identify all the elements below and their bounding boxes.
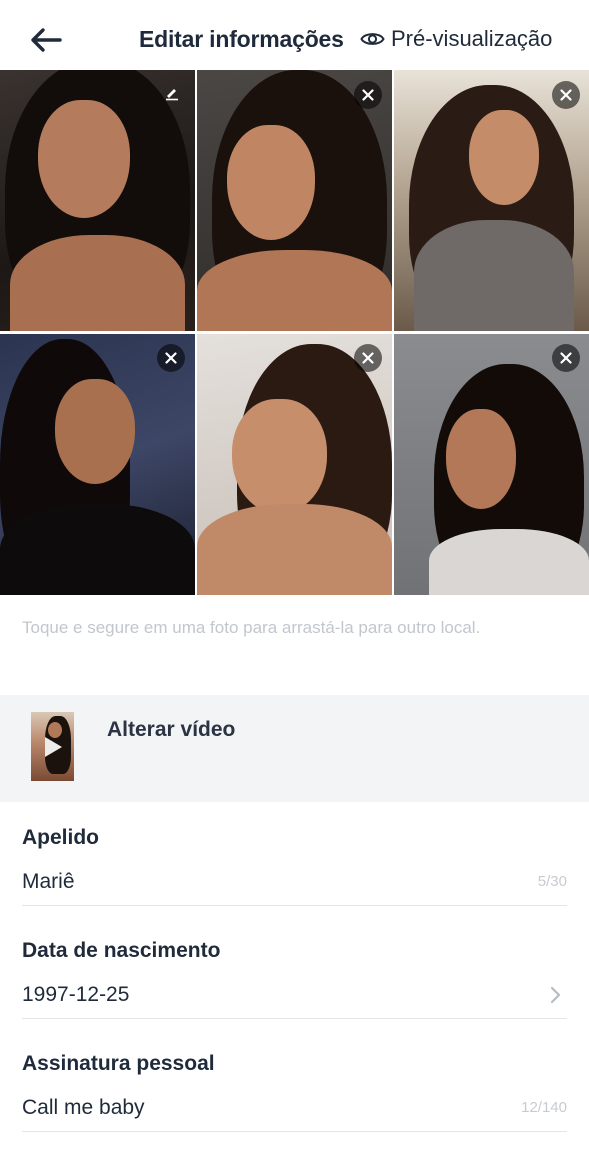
close-icon (560, 89, 572, 101)
photo-slot[interactable] (394, 334, 589, 595)
edit-photo-button[interactable] (158, 79, 186, 107)
page-title: Editar informações (139, 26, 344, 52)
birthdate-label: Data de nascimento (22, 939, 221, 962)
chevron-right-icon (550, 986, 561, 1004)
eye-icon (360, 27, 385, 51)
birthdate-value: 1997-12-25 (22, 983, 130, 1006)
play-icon (39, 734, 65, 760)
remove-photo-button[interactable] (354, 344, 382, 372)
close-icon (362, 89, 374, 101)
change-video-label[interactable]: Alterar vídeo (107, 718, 235, 742)
close-icon (165, 352, 177, 364)
birthdate-field: Data de nascimento 1997-12-25 (22, 939, 567, 1019)
nickname-counter: 5/30 (537, 873, 567, 890)
photo-slot[interactable] (197, 70, 392, 331)
photo-slot[interactable] (0, 70, 195, 331)
remove-photo-button[interactable] (552, 344, 580, 372)
close-icon (362, 352, 374, 364)
video-thumbnail (31, 712, 74, 781)
signature-counter: 12/140 (521, 1099, 567, 1116)
edit-icon (166, 89, 178, 101)
top-bar: Editar informações Pré-visualização (0, 0, 589, 70)
nickname-value: Mariê (22, 870, 75, 893)
preview-button[interactable]: Pré-visualização (360, 26, 552, 52)
nickname-input[interactable]: Mariê 5/30 (22, 866, 567, 906)
arrow-left-icon (31, 28, 62, 52)
remove-photo-button[interactable] (157, 344, 185, 372)
change-video-row[interactable] (0, 695, 589, 802)
photo-slot[interactable] (394, 70, 589, 331)
signature-value: Call me baby (22, 1096, 145, 1119)
photo-slot[interactable] (197, 334, 392, 595)
nickname-field: Apelido Mariê 5/30 (22, 826, 567, 906)
back-button[interactable] (26, 20, 66, 60)
preview-label: Pré-visualização (391, 26, 553, 51)
drag-hint: Toque e segure em uma foto para arrastá-… (22, 618, 481, 637)
birthdate-picker[interactable]: 1997-12-25 (22, 979, 567, 1019)
signature-field: Assinatura pessoal Call me baby 12/140 (22, 1052, 567, 1132)
photo-grid (0, 70, 589, 595)
nickname-label: Apelido (22, 826, 99, 849)
signature-input[interactable]: Call me baby 12/140 (22, 1092, 567, 1132)
remove-photo-button[interactable] (552, 81, 580, 109)
remove-photo-button[interactable] (354, 81, 382, 109)
close-icon (560, 352, 572, 364)
photo-slot[interactable] (0, 334, 195, 595)
signature-label: Assinatura pessoal (22, 1052, 215, 1075)
